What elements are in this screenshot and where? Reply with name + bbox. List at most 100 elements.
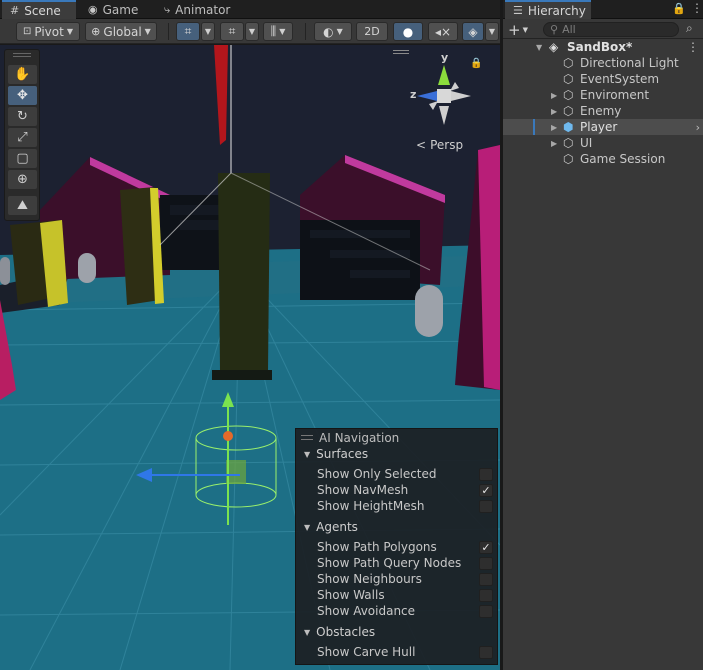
hierarchy-item-directional-light[interactable]: ⬡ Directional Light — [503, 55, 703, 71]
option-label: Show Neighbours — [317, 572, 422, 586]
shading-mode-dropdown[interactable]: ◐ ▼ — [314, 22, 352, 41]
option-show-only-selected[interactable]: Show Only Selected — [317, 466, 493, 482]
hierarchy-item-game-session[interactable]: ⬡ Game Session — [503, 151, 703, 167]
prefab-cube-icon: ⬢ — [563, 120, 574, 134]
checkbox-unchecked[interactable] — [479, 604, 493, 618]
gizmo-grip[interactable] — [393, 50, 409, 54]
toolbar-divider — [305, 23, 306, 40]
2d-toggle-button[interactable]: 2D — [356, 22, 388, 41]
hierarchy-list-icon: ☰ — [513, 4, 523, 17]
scene-search-icon[interactable]: ⌕ — [686, 21, 693, 36]
option-show-carve-hull[interactable]: Show Carve Hull — [317, 644, 493, 660]
expand-arrow-icon[interactable]: ▶ — [551, 123, 557, 132]
section-surfaces[interactable]: ▼ Surfaces — [304, 447, 368, 461]
expand-arrow-icon[interactable]: ▶ — [551, 91, 557, 100]
increment-snap-dropdown[interactable]: ▼ — [245, 22, 259, 41]
checkbox-unchecked[interactable] — [479, 556, 493, 570]
global-dropdown[interactable]: ⊕ Global ▼ — [85, 22, 157, 41]
scale-icon: ⤢ — [17, 130, 28, 145]
tab-game[interactable]: ◉ Game — [80, 0, 150, 19]
hierarchy-item-eventsystem[interactable]: ⬡ EventSystem — [503, 71, 703, 87]
scene-root-row[interactable]: ▼ ◈ SandBox* ⋮ — [503, 39, 703, 55]
option-label: Show Only Selected — [317, 467, 437, 481]
checkbox-unchecked[interactable] — [479, 645, 493, 659]
section-obstacles[interactable]: ▼ Obstacles — [304, 625, 375, 639]
grid-snap-button[interactable]: ⌗ — [176, 22, 200, 41]
lock-icon[interactable]: 🔒 — [672, 2, 686, 15]
create-dropdown[interactable]: + ▼ — [508, 21, 528, 39]
unity-scene-icon: ◈ — [549, 40, 559, 54]
more-options-icon[interactable]: ⋮ — [691, 1, 703, 15]
chevron-down-icon: ▼ — [144, 27, 151, 36]
hierarchy-item-player[interactable]: ▶ ⬢ Player › — [503, 119, 703, 135]
move-tool-button[interactable]: ✥ — [8, 86, 37, 105]
option-show-neighbours[interactable]: Show Neighbours — [317, 571, 493, 587]
effects-dropdown[interactable]: ▼ — [485, 22, 499, 41]
checkmark-icon: ✓ — [481, 540, 491, 554]
hierarchy-item-label: Player — [580, 120, 618, 134]
hierarchy-item-ui[interactable]: ▶ ⬡ UI — [503, 135, 703, 151]
grid-snap-dropdown[interactable]: ▼ — [201, 22, 215, 41]
rotate-tool-button[interactable]: ↻ — [8, 107, 37, 126]
palette-grip[interactable] — [13, 53, 31, 57]
checkbox-checked[interactable]: ✓ — [479, 483, 493, 497]
align-icon: ⫼ — [270, 24, 277, 38]
gameobject-cube-icon: ⬡ — [563, 104, 574, 118]
lighting-toggle-button[interactable]: ● — [393, 22, 423, 41]
chevron-right-icon[interactable]: › — [696, 121, 700, 134]
checkbox-unchecked[interactable] — [479, 499, 493, 513]
increment-snap-button[interactable]: ⌗ — [220, 22, 244, 41]
chevron-down-icon: ▼ — [522, 26, 528, 34]
checkbox-checked[interactable]: ✓ — [479, 540, 493, 554]
scene-viewport[interactable]: ✋ ✥ ↻ ⤢ ▢ ⊕ ⛰ 🔒 y z < Persp AI Navigatio… — [0, 45, 500, 670]
gamepad-icon: ◉ — [88, 3, 98, 16]
hierarchy-item-enemy[interactable]: ▶ ⬡ Enemy — [503, 103, 703, 119]
rect-transform-icon: ▢ — [16, 151, 29, 166]
rect-tool-button[interactable]: ▢ — [8, 149, 37, 168]
option-show-walls[interactable]: Show Walls — [317, 587, 493, 603]
section-agents[interactable]: ▼ Agents — [304, 520, 358, 534]
hierarchy-panel: + ▼ ⚲ ⌕ ▼ ◈ SandBox* ⋮ ⬡ Directional Lig… — [503, 19, 703, 670]
effects-toggle-button[interactable]: ◈ — [462, 22, 484, 41]
chevron-down-icon: ▼ — [204, 27, 212, 36]
ai-navigation-header[interactable]: AI Navigation — [296, 429, 497, 446]
persp-label: Persp — [430, 138, 464, 152]
hierarchy-item-enviroment[interactable]: ▶ ⬡ Enviroment — [503, 87, 703, 103]
scene-name: SandBox* — [567, 40, 633, 54]
align-button[interactable]: ⫼ ▼ — [263, 22, 293, 41]
expand-arrow-icon[interactable]: ▶ — [551, 107, 557, 116]
plus-icon: + — [508, 21, 521, 39]
audio-mute-icon: ◂× — [434, 24, 452, 39]
expand-triangle-icon: ▼ — [304, 449, 311, 459]
scene-menu-icon[interactable]: ⋮ — [687, 40, 699, 54]
scale-tool-button[interactable]: ⤢ — [8, 128, 37, 147]
option-show-navmesh[interactable]: Show NavMesh ✓ — [317, 482, 493, 498]
option-show-avoidance[interactable]: Show Avoidance — [317, 603, 493, 619]
pivot-icon: ⊡ — [22, 26, 32, 37]
gameobject-cube-icon: ⬡ — [563, 136, 574, 150]
orientation-gizmo[interactable] — [409, 60, 479, 130]
audio-toggle-button[interactable]: ◂× — [428, 22, 458, 41]
option-show-path-query-nodes[interactable]: Show Path Query Nodes — [317, 555, 493, 571]
tab-scene[interactable]: # Scene — [2, 0, 76, 19]
gameobject-cube-icon: ⬡ — [563, 72, 574, 86]
custom-tool-button[interactable]: ⛰ — [8, 196, 37, 215]
pivot-dropdown[interactable]: ⊡ Pivot ▼ — [16, 22, 80, 41]
expand-arrow-icon[interactable]: ▶ — [551, 139, 557, 148]
option-show-path-polygons[interactable]: Show Path Polygons ✓ — [317, 539, 493, 555]
checkbox-unchecked[interactable] — [479, 588, 493, 602]
grid-snap-icon: ⌗ — [184, 24, 192, 38]
checkbox-unchecked[interactable] — [479, 467, 493, 481]
tab-animator[interactable]: ⤷ Animator — [156, 0, 242, 19]
transform-tool-button[interactable]: ⊕ — [8, 170, 37, 189]
search-input[interactable] — [562, 23, 663, 36]
hand-tool-button[interactable]: ✋ — [8, 65, 37, 84]
projection-toggle[interactable]: < Persp — [416, 138, 463, 152]
option-show-heightmesh[interactable]: Show HeightMesh — [317, 498, 493, 514]
chevron-down-icon: ▼ — [248, 27, 256, 36]
gameobject-cube-icon: ⬡ — [563, 88, 574, 102]
chevron-down-icon: ▼ — [336, 27, 343, 36]
hierarchy-tab-bar: ☰ Hierarchy 🔒 ⋮ — [503, 0, 703, 19]
tab-hierarchy[interactable]: ☰ Hierarchy — [505, 0, 591, 19]
checkbox-unchecked[interactable] — [479, 572, 493, 586]
